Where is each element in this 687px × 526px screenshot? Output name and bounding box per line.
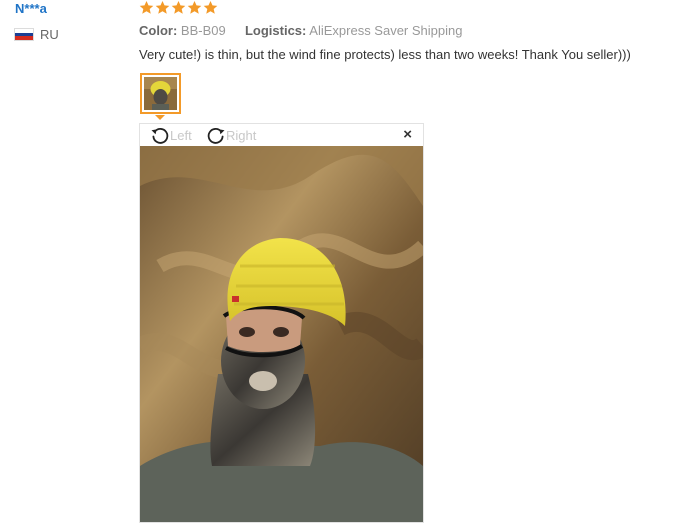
color-label: Color:	[139, 23, 178, 38]
review-text: Very cute!) is thin, but the wind fine p…	[139, 47, 631, 62]
star-icon	[187, 0, 202, 14]
rotate-left-button[interactable]: Left	[150, 125, 192, 145]
review-photo-thumbnail[interactable]	[140, 73, 181, 114]
review-photo	[140, 146, 423, 522]
country-code: RU	[40, 27, 59, 42]
photo-viewer: Left Right ×	[139, 123, 424, 523]
order-info: Color: BB-B09 Logistics: AliExpress Save…	[139, 23, 462, 38]
russia-flag-icon	[14, 28, 34, 41]
rotate-right-icon	[207, 128, 225, 144]
logistics-value: AliExpress Saver Shipping	[309, 23, 463, 38]
rotate-left-icon	[151, 128, 169, 144]
rating-stars	[139, 0, 218, 15]
viewer-toolbar: Left Right ×	[140, 124, 423, 146]
star-icon	[203, 0, 218, 14]
rotate-right-button[interactable]: Right	[206, 125, 256, 145]
logistics-label: Logistics:	[244, 23, 307, 38]
thumbnail-caret	[155, 115, 165, 120]
rotate-left-label: Left	[170, 127, 192, 143]
star-icon	[171, 0, 186, 14]
star-icon	[155, 0, 170, 14]
star-icon	[139, 0, 154, 14]
close-icon[interactable]: ×	[403, 127, 412, 143]
thumbnail-image	[144, 77, 177, 110]
reviewer-name[interactable]: N***a	[15, 1, 47, 16]
color-value: BB-B09	[180, 23, 226, 38]
rotate-right-label: Right	[226, 127, 257, 143]
reviewer-country: RU	[14, 27, 59, 42]
